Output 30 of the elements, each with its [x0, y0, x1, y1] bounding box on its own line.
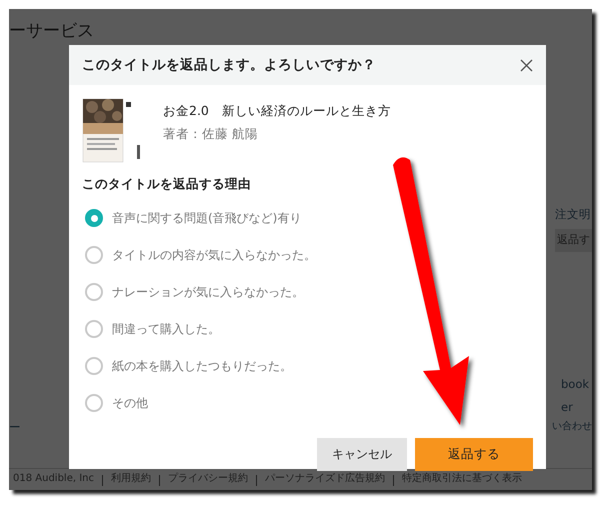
reason-label[interactable]: ナレーションが気に入らなかった。 — [112, 283, 304, 302]
footer-link[interactable]: パーソナライズド広告規約 — [265, 471, 385, 486]
order-link[interactable]: 注文明 — [555, 206, 591, 224]
footer-link[interactable]: 利用規約 — [111, 471, 151, 486]
book-title: お金2.0 新しい経済のルールと生き方 — [163, 102, 391, 120]
radio-button[interactable] — [85, 320, 103, 338]
cancel-button[interactable]: キャンセル — [317, 438, 407, 471]
radio-button[interactable] — [85, 209, 103, 228]
footer-link[interactable]: er — [561, 399, 590, 416]
reason-label[interactable]: 音声に関する問題(音飛びなど)有り — [112, 209, 302, 228]
return-button[interactable]: 返品する — [415, 438, 533, 471]
radio-button[interactable] — [85, 357, 103, 376]
copyright-text: 018 Audible, Inc — [13, 472, 94, 486]
reason-label[interactable]: 間違って購入した。 — [112, 320, 220, 338]
footer-link[interactable]: 特定商取引法に基づく表示 — [402, 471, 522, 486]
radio-button[interactable] — [85, 394, 103, 412]
reasons-heading: このタイトルを返品する理由 — [82, 175, 252, 193]
footer-link[interactable]: プライバシー規約 — [168, 471, 248, 486]
reason-label[interactable]: その他 — [112, 394, 148, 412]
close-icon[interactable] — [520, 58, 533, 72]
reason-label[interactable]: 紙の本を購入したつもりだった。 — [112, 357, 292, 376]
radio-button[interactable] — [85, 283, 103, 302]
contact-link[interactable]: い合わせ — [552, 419, 592, 436]
footer-link[interactable]: book — [561, 376, 590, 393]
footer-link[interactable]: ー — [9, 419, 21, 436]
radio-button[interactable] — [85, 246, 103, 264]
book-author: 著者：佐藤 航陽 — [163, 124, 259, 143]
dialog-title: このタイトルを返品します。よろしいですか？ — [82, 56, 377, 75]
reason-label[interactable]: タイトルの内容が気に入らなかった。 — [112, 246, 316, 264]
page-heading: ーサービス — [9, 22, 95, 41]
